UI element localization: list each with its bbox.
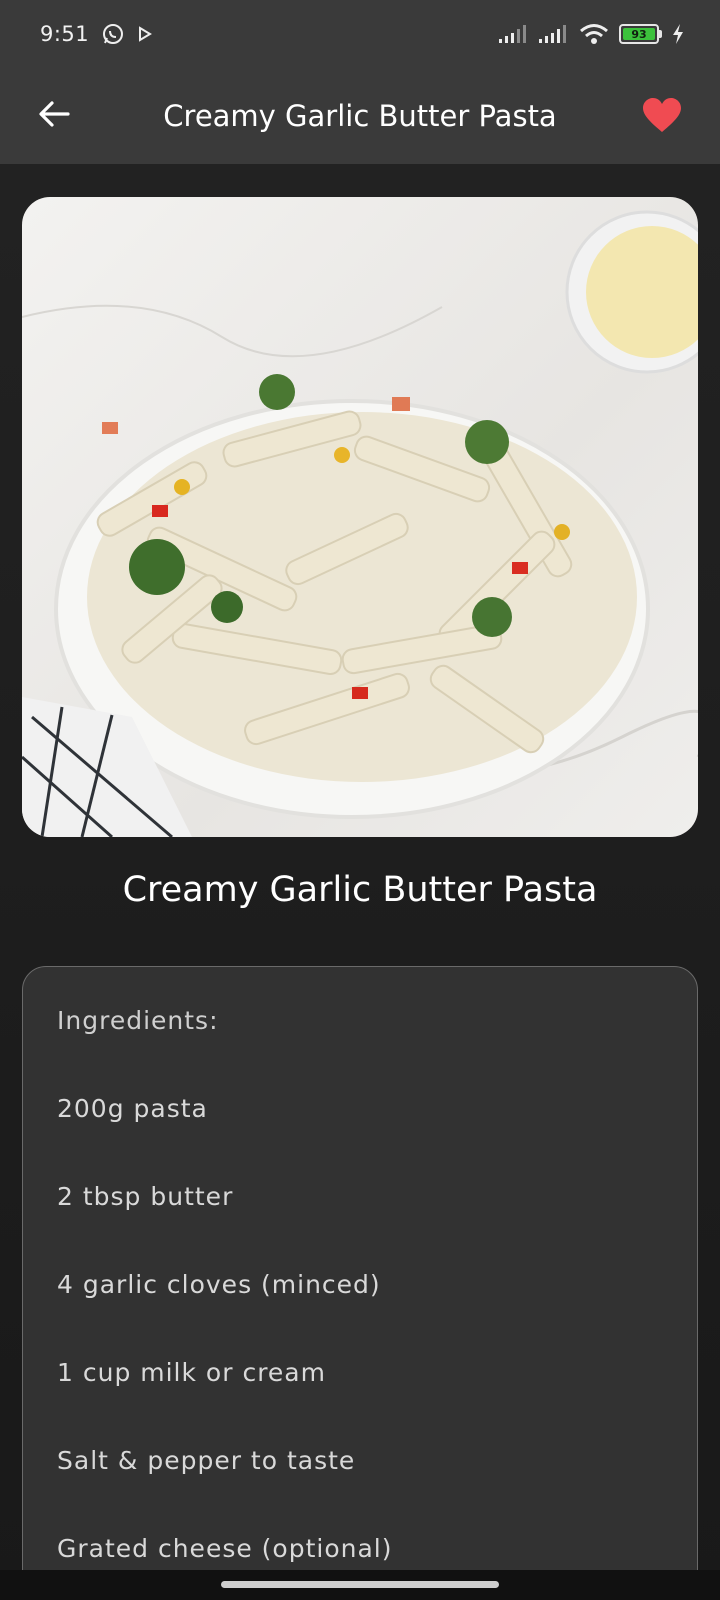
status-time: 9:51 bbox=[40, 22, 90, 46]
status-left: 9:51 bbox=[40, 22, 153, 46]
battery-icon: 93 bbox=[619, 24, 662, 44]
app-bar: Creamy Garlic Butter Pasta bbox=[0, 68, 720, 164]
favorite-button[interactable] bbox=[640, 94, 684, 138]
pasta-photo bbox=[22, 210, 698, 837]
status-right: 93 bbox=[499, 23, 684, 45]
status-bar: 9:51 93 bbox=[0, 0, 720, 68]
charging-icon bbox=[672, 24, 684, 44]
ingredient-item: 200g pasta bbox=[57, 1094, 208, 1123]
signal-icon bbox=[499, 25, 529, 43]
ingredient-item: 2 tbsp butter bbox=[57, 1182, 234, 1211]
heart-icon bbox=[643, 98, 681, 132]
ingredient-item: 4 garlic cloves (minced) bbox=[57, 1270, 381, 1299]
play-icon bbox=[137, 26, 153, 42]
recipe-detail: Creamy Garlic Butter Pasta Ingredients: … bbox=[0, 164, 720, 1600]
wifi-icon bbox=[579, 23, 609, 45]
back-button[interactable] bbox=[32, 92, 76, 136]
navigation-bar bbox=[0, 1570, 720, 1600]
ingredient-item: 1 cup milk or cream bbox=[57, 1358, 326, 1387]
ingredients-card: Ingredients: 200g pasta 2 tbsp butter 4 … bbox=[22, 966, 698, 1600]
recipe-image bbox=[22, 197, 698, 837]
battery-level: 93 bbox=[623, 28, 655, 41]
app-bar-title: Creamy Garlic Butter Pasta bbox=[163, 99, 557, 133]
battery-body: 93 bbox=[619, 24, 659, 44]
whatsapp-icon bbox=[101, 22, 125, 46]
signal-icon bbox=[539, 25, 569, 43]
ingredients-heading: Ingredients: bbox=[57, 1006, 219, 1035]
ingredient-item: Salt & pepper to taste bbox=[57, 1446, 356, 1475]
back-arrow-icon bbox=[39, 101, 70, 127]
home-indicator[interactable] bbox=[221, 1581, 499, 1588]
battery-tip bbox=[659, 30, 662, 38]
recipe-title: Creamy Garlic Butter Pasta bbox=[122, 870, 598, 910]
